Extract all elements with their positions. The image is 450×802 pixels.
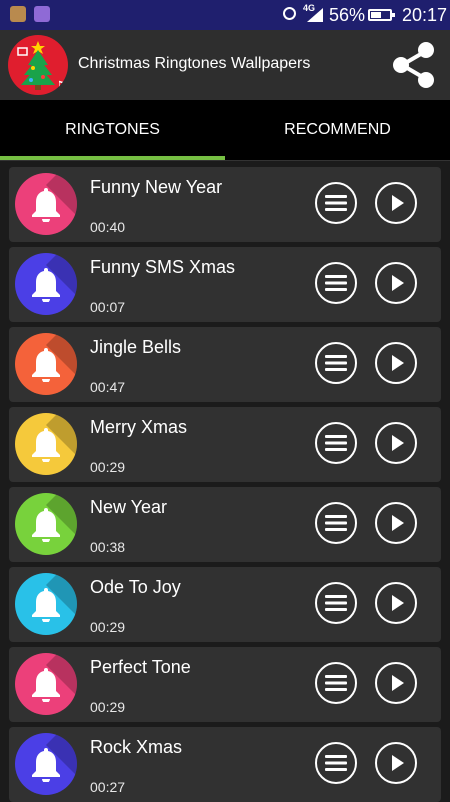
tab-divider	[0, 160, 450, 161]
menu-icon	[325, 515, 347, 531]
play-button[interactable]	[375, 422, 417, 464]
bell-glyph	[32, 588, 60, 622]
bell-icon	[15, 173, 77, 235]
tab-ringtones[interactable]: RINGTONES	[0, 100, 225, 160]
play-icon	[392, 275, 404, 291]
menu-icon	[325, 675, 347, 691]
bell-icon	[15, 253, 77, 315]
christmas-tree-icon: ♫	[8, 35, 68, 95]
notification-app-icon	[10, 6, 26, 22]
play-icon	[392, 755, 404, 771]
menu-icon	[325, 275, 347, 291]
bell-icon	[15, 413, 77, 475]
play-button[interactable]	[375, 662, 417, 704]
menu-button[interactable]	[315, 502, 357, 544]
menu-button[interactable]	[315, 582, 357, 624]
bell-glyph	[32, 748, 60, 782]
play-button[interactable]	[375, 582, 417, 624]
ringtone-row[interactable]: Perfect Tone 00:29	[9, 647, 441, 722]
menu-icon	[325, 355, 347, 371]
play-icon	[392, 595, 404, 611]
menu-button[interactable]	[315, 662, 357, 704]
clock: 20:17	[402, 5, 448, 25]
ringtone-title: Ode To Joy	[90, 577, 181, 597]
ringtone-duration: 00:47	[90, 379, 126, 395]
gallery-app-icon	[34, 6, 50, 22]
tab-recommend[interactable]: RECOMMEND	[225, 100, 450, 160]
ringtone-title: Jingle Bells	[90, 337, 182, 357]
menu-icon	[325, 595, 347, 611]
ringtone-row[interactable]: New Year 00:38	[9, 487, 441, 562]
bell-icon	[15, 493, 77, 555]
ringtone-duration: 00:27	[90, 779, 126, 795]
ringtone-row[interactable]: Funny New Year 00:40	[9, 167, 441, 242]
play-button[interactable]	[375, 502, 417, 544]
play-button[interactable]	[375, 262, 417, 304]
ringtone-duration: 00:29	[90, 699, 126, 715]
bell-glyph	[32, 188, 60, 222]
battery-fill	[371, 12, 382, 18]
ringtone-row[interactable]: Ode To Joy 00:29	[9, 567, 441, 642]
menu-button[interactable]	[315, 742, 357, 784]
bell-icon	[15, 733, 77, 795]
share-icon[interactable]	[388, 39, 440, 91]
menu-button[interactable]	[315, 422, 357, 464]
play-button[interactable]	[375, 742, 417, 784]
status-bar: 4G 56% 20:17	[0, 0, 450, 30]
menu-button[interactable]	[315, 182, 357, 224]
ringtone-duration: 00:29	[90, 619, 126, 635]
ringtone-row[interactable]: Funny SMS Xmas 00:07	[9, 247, 441, 322]
menu-icon	[325, 195, 347, 211]
bell-glyph	[32, 508, 60, 542]
bell-glyph	[32, 348, 60, 382]
app-title: Christmas Ringtones Wallpapers	[78, 55, 311, 72]
bell-icon	[15, 333, 77, 395]
menu-button[interactable]	[315, 342, 357, 384]
ringtone-title: Funny SMS Xmas	[90, 257, 236, 277]
app-bar: ♫ Christmas Ringtones Wallpapers	[0, 30, 450, 100]
bell-icon	[15, 653, 77, 715]
play-button[interactable]	[375, 342, 417, 384]
ringtone-duration: 00:40	[90, 219, 126, 235]
bell-glyph	[32, 428, 60, 462]
ringtone-row[interactable]: Jingle Bells 00:47	[9, 327, 441, 402]
play-icon	[392, 675, 404, 691]
tab-bar: RINGTONES RECOMMEND	[0, 100, 450, 160]
svg-text:♫: ♫	[54, 79, 67, 95]
ringtone-title: New Year	[90, 497, 168, 517]
ringtone-row[interactable]: Merry Xmas 00:29	[9, 407, 441, 482]
alarm-icon	[283, 7, 296, 20]
play-icon	[392, 435, 404, 451]
ringtone-title: Perfect Tone	[90, 657, 191, 677]
menu-button[interactable]	[315, 262, 357, 304]
menu-icon	[325, 755, 347, 771]
play-icon	[392, 515, 404, 531]
bell-icon	[15, 573, 77, 635]
bell-glyph	[32, 268, 60, 302]
menu-icon	[325, 435, 347, 451]
ringtone-title: Funny New Year	[90, 177, 223, 197]
battery-percent: 56%	[329, 5, 366, 25]
ringtone-duration: 00:07	[90, 299, 126, 315]
play-button[interactable]	[375, 182, 417, 224]
ringtone-row[interactable]: Rock Xmas 00:27	[9, 727, 441, 802]
ringtone-duration: 00:29	[90, 459, 126, 475]
ringtone-title: Merry Xmas	[90, 417, 188, 437]
ringtone-duration: 00:38	[90, 539, 126, 555]
signal-icon	[307, 8, 323, 22]
bell-glyph	[32, 668, 60, 702]
play-icon	[392, 355, 404, 371]
play-icon	[392, 195, 404, 211]
ringtone-title: Rock Xmas	[90, 737, 183, 757]
battery-icon	[368, 9, 395, 21]
